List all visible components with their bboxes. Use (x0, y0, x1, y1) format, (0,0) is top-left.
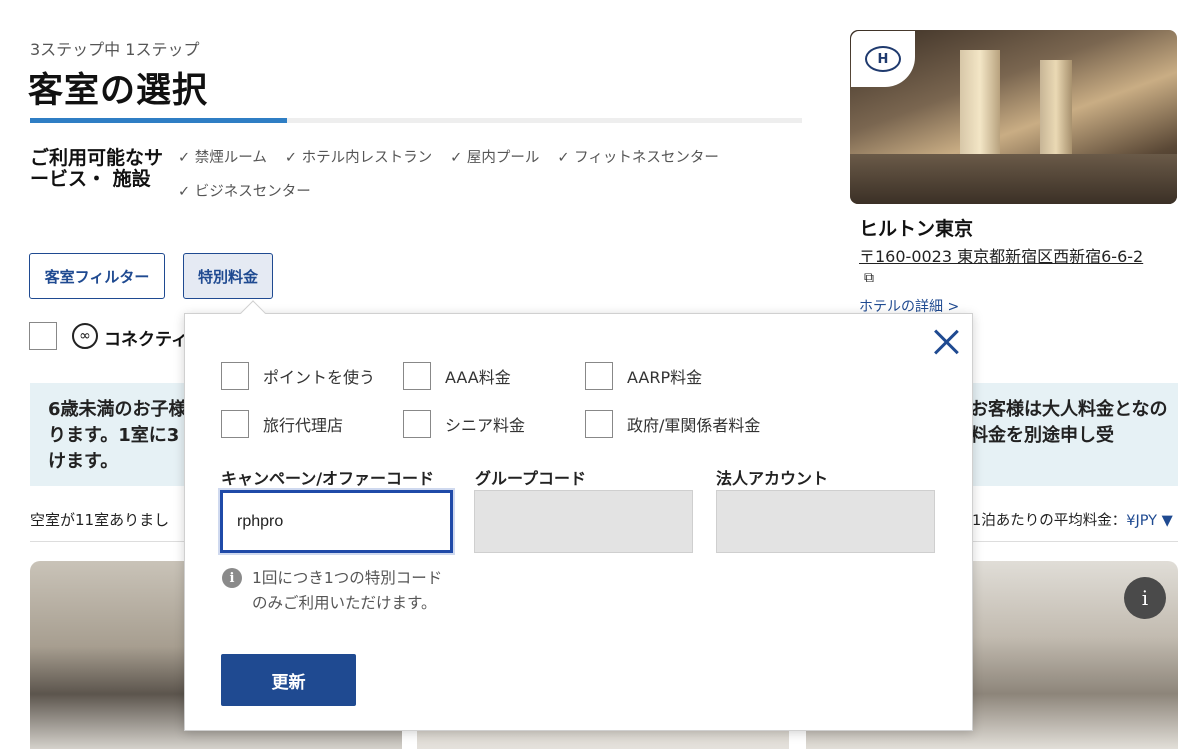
rooms-available-text: 空室が11室ありまし (30, 511, 170, 529)
amenity-item: ✓ ホテル内レストラン (284, 150, 433, 166)
currency-selector[interactable]: ¥JPY ▼ (1126, 513, 1173, 529)
hotel-photo-pillar (960, 50, 1000, 160)
special-rates-button[interactable]: 特別料金 (183, 253, 273, 299)
average-rate: 1泊あたりの平均料金：¥JPY ▼ (972, 509, 1173, 530)
info-icon[interactable]: i (1124, 577, 1166, 619)
update-button[interactable]: 更新 (221, 654, 356, 706)
room-filter-button[interactable]: 客室フィルター (29, 253, 165, 299)
close-icon[interactable] (932, 328, 960, 356)
hotel-address-link[interactable]: 〒160-0023 東京都新宿区西新宿6-6-2 (859, 243, 1143, 267)
amenity-item: ✓ 禁煙ルーム (178, 150, 267, 166)
avg-rate-label: 1泊あたりの平均料金： (972, 513, 1127, 529)
page-title: 客室の選択 (28, 71, 209, 111)
checkbox[interactable] (403, 410, 431, 438)
hotel-photo-floor (850, 154, 1177, 204)
amenity-item: ✓ ビジネスセンター (178, 184, 311, 200)
checkbox[interactable] (221, 410, 249, 438)
campaign-code-input[interactable] (220, 490, 453, 553)
option-label: 政府/軍関係者料金 (627, 416, 761, 435)
logo-mark: H (865, 46, 901, 72)
hilton-logo-icon: H (851, 31, 915, 87)
corporate-account-input[interactable] (716, 490, 935, 553)
checkbox[interactable] (403, 362, 431, 390)
step-indicator: 3ステップ中 1ステップ (30, 40, 200, 59)
rate-option-senior[interactable]: シニア料金 (403, 410, 525, 438)
notice-text-left: 6歳未満のお子様ります。1室に3けます。 (48, 399, 187, 472)
info-icon: i (222, 568, 242, 588)
group-code-input[interactable] (474, 490, 693, 553)
progress-bar (30, 118, 802, 123)
code-hint-text: 1回につき1つの特別コードのみご利用いただけます。 (252, 569, 443, 612)
option-label: AARP料金 (627, 368, 703, 387)
amenities-heading: ご利用可能なサービス・ 施設 (30, 147, 164, 190)
campaign-code-label: キャンペーン/オファーコード (221, 469, 435, 488)
link-icon: ∞ (72, 323, 98, 349)
amenities-list: ✓ 禁煙ルーム ✓ ホテル内レストラン ✓ 屋内プール ✓ フィットネスセンター… (178, 148, 778, 202)
external-link-icon[interactable]: ⧉ (864, 270, 874, 286)
checkbox[interactable] (585, 362, 613, 390)
option-label: シニア料金 (445, 416, 526, 435)
rate-option-aarp[interactable]: AARP料金 (585, 362, 702, 390)
rate-option-travel-agent[interactable]: 旅行代理店 (221, 410, 343, 438)
option-label: AAA料金 (445, 368, 511, 387)
checkbox[interactable] (585, 410, 613, 438)
connecting-rooms-checkbox[interactable] (29, 322, 57, 350)
amenity-item: ✓ フィットネスセンター (557, 150, 719, 166)
rate-option-points[interactable]: ポイントを使う (221, 362, 375, 390)
option-label: 旅行代理店 (263, 416, 344, 435)
connecting-rooms-label: コネクティ (104, 330, 188, 350)
hotel-photo-pillar (1040, 60, 1072, 160)
rate-option-aaa[interactable]: AAA料金 (403, 362, 511, 390)
rate-option-government[interactable]: 政府/軍関係者料金 (585, 410, 760, 438)
checkbox[interactable] (221, 362, 249, 390)
corporate-account-label: 法人アカウント (716, 469, 829, 488)
group-code-label: グループコード (475, 469, 587, 488)
hotel-name: ヒルトン東京 (859, 218, 974, 240)
amenity-item: ✓ 屋内プール (450, 150, 540, 166)
option-label: ポイントを使う (263, 368, 376, 387)
notice-text-right: お客様は大人料金となの料金を別途申し受 (970, 399, 1168, 446)
progress-fill (30, 118, 288, 123)
